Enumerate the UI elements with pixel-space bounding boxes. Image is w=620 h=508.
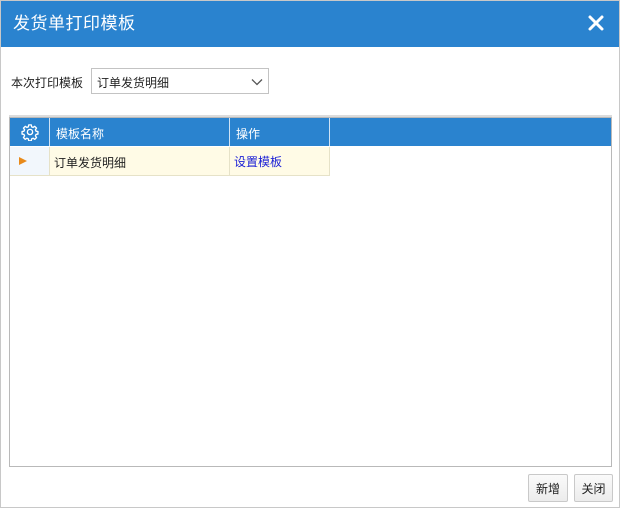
template-select-label: 本次打印模板: [11, 76, 84, 90]
gear-icon[interactable]: [21, 123, 39, 142]
grid-header-name-label: 模板名称: [56, 127, 105, 141]
template-select[interactable]: 订单发货明细: [91, 68, 269, 94]
chevron-down-icon[interactable]: [250, 75, 264, 89]
add-template-button[interactable]: 新增: [528, 474, 568, 502]
print-template-dialog: 发货单打印模板 本次打印模板 订单发货明细 模板名称 操作 订单发货明细 设置模…: [0, 0, 620, 508]
row-indicator-cell[interactable]: [10, 147, 50, 176]
dialog-title: 发货单打印模板: [13, 14, 136, 34]
row-selected-arrow-icon: [19, 157, 27, 165]
grid-header: 模板名称 操作: [10, 118, 611, 146]
template-grid: 模板名称 操作 订单发货明细 设置模板: [9, 117, 612, 467]
grid-header-action[interactable]: 操作: [230, 118, 330, 146]
grid-header-action-label: 操作: [236, 127, 261, 141]
close-icon[interactable]: [583, 10, 609, 36]
close-button[interactable]: 关闭: [574, 474, 613, 502]
template-select-value: 订单发货明细: [97, 76, 170, 90]
table-row[interactable]: 订单发货明细 设置模板: [10, 147, 330, 176]
row-template-name: 订单发货明细: [54, 156, 127, 170]
dialog-titlebar[interactable]: 发货单打印模板: [1, 1, 619, 47]
row-action-cell: 设置模板: [230, 147, 330, 176]
row-name-cell[interactable]: 订单发货明细: [50, 147, 230, 176]
set-template-link[interactable]: 设置模板: [234, 153, 282, 170]
grid-header-settings[interactable]: [10, 118, 50, 146]
grid-header-name[interactable]: 模板名称: [50, 118, 230, 146]
